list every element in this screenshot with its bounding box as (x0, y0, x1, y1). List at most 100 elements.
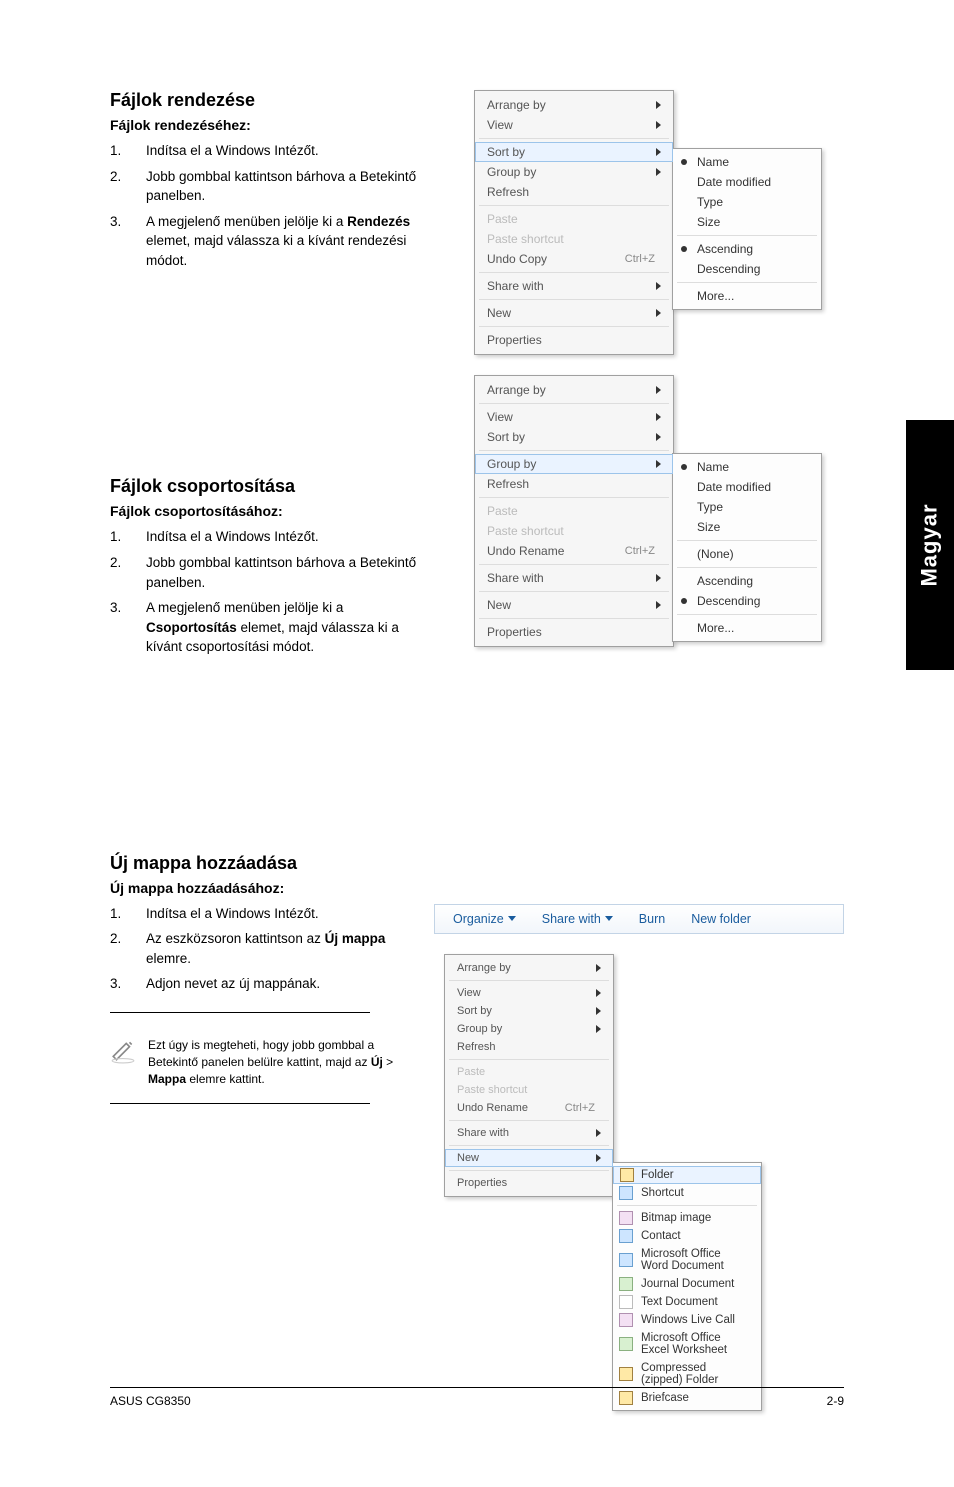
chevron-right-icon (596, 989, 601, 997)
file-type-icon (619, 1337, 633, 1351)
menu-item[interactable]: Sort by (475, 142, 673, 162)
menu-item[interactable]: View (475, 407, 673, 427)
figure-group-menu: Arrange by ViewSort by Group byRefresh Past… (474, 375, 844, 647)
chevron-right-icon (656, 601, 661, 609)
page-footer: ASUS CG8350 2-9 (110, 1387, 844, 1408)
submenu-item[interactable]: Contact (613, 1227, 761, 1245)
menu-item: Paste (445, 1063, 613, 1081)
bullet-icon (681, 246, 687, 252)
menu-item[interactable]: Group by (475, 162, 673, 182)
submenu-item[interactable]: Size (673, 212, 821, 232)
submenu-item[interactable]: Date modified (673, 477, 821, 497)
menu-item[interactable]: New (475, 595, 673, 615)
submenu-item[interactable]: Date modified (673, 172, 821, 192)
menu-item[interactable]: New (445, 1149, 613, 1167)
file-type-icon (619, 1186, 633, 1200)
submenu-item[interactable]: Journal Document (613, 1275, 761, 1293)
menu-item[interactable]: Properties (475, 622, 673, 642)
toolbar-share[interactable]: Share with (542, 912, 613, 926)
submenu-item[interactable]: Type (673, 192, 821, 212)
chevron-right-icon (596, 1007, 601, 1015)
toolbar-burn[interactable]: Burn (639, 912, 665, 926)
submenu-item[interactable]: More... (673, 618, 821, 638)
section2-steps: 1.Indítsa el a Windows Intézőt. 2.Jobb g… (110, 527, 430, 656)
chevron-right-icon (596, 964, 601, 972)
footer-right: 2-9 (827, 1394, 844, 1408)
chevron-right-icon (656, 309, 661, 317)
submenu-item[interactable]: Windows Live Call (613, 1311, 761, 1329)
menu-item[interactable]: Refresh (475, 474, 673, 494)
figure-new-menu: Arrange by ViewSort byGroup byRefresh Past… (444, 954, 844, 1411)
submenu-item[interactable]: More... (673, 286, 821, 306)
menu-item: Paste (475, 209, 673, 229)
file-type-icon (619, 1229, 633, 1243)
submenu-item[interactable]: Folder (613, 1166, 761, 1184)
menu-item: Paste shortcut (445, 1081, 613, 1099)
chevron-right-icon (656, 101, 661, 109)
submenu-item[interactable]: Descending (673, 259, 821, 279)
section3-steps: 1.Indítsa el a Windows Intézőt. 2.Az esz… (110, 904, 418, 994)
submenu-item[interactable]: Name (673, 152, 821, 172)
submenu-item[interactable]: Ascending (673, 571, 821, 591)
chevron-right-icon (656, 460, 661, 468)
menu-item[interactable]: Share with (475, 568, 673, 588)
menu-item[interactable]: Undo RenameCtrl+Z (475, 541, 673, 561)
toolbar-organize[interactable]: Organize (453, 912, 516, 926)
file-type-icon (619, 1253, 633, 1267)
menu-item[interactable]: Sort by (475, 427, 673, 447)
chevron-right-icon (656, 148, 661, 156)
submenu-item[interactable]: Ascending (673, 239, 821, 259)
chevron-right-icon (656, 386, 661, 394)
bullet-icon (681, 159, 687, 165)
explorer-toolbar: Organize Share with Burn New folder (434, 904, 844, 934)
menu-item[interactable]: Properties (475, 330, 673, 350)
submenu-item[interactable]: Microsoft Office Excel Worksheet (613, 1329, 761, 1359)
file-type-icon (620, 1168, 634, 1182)
menu-item[interactable]: Share with (475, 276, 673, 296)
submenu-item[interactable]: Bitmap image (613, 1209, 761, 1227)
menu-item[interactable]: Sort by (445, 1002, 613, 1020)
bullet-icon (681, 598, 687, 604)
submenu-item[interactable]: Compressed (zipped) Folder (613, 1359, 761, 1389)
menu-item[interactable]: New (475, 303, 673, 323)
section3-subtitle: Új mappa hozzáadásához: (110, 880, 844, 896)
chevron-down-icon (508, 916, 516, 921)
menu-item[interactable]: Arrange by (475, 95, 673, 115)
menu-item[interactable]: Share with (445, 1124, 613, 1142)
bullet-icon (681, 464, 687, 470)
menu-item[interactable]: Refresh (475, 182, 673, 202)
submenu-item[interactable]: Text Document (613, 1293, 761, 1311)
chevron-right-icon (656, 168, 661, 176)
menu-item[interactable]: View (475, 115, 673, 135)
menu-item[interactable]: Refresh (445, 1038, 613, 1056)
submenu-item[interactable]: Microsoft Office Word Document (613, 1245, 761, 1275)
chevron-right-icon (656, 413, 661, 421)
menu-item[interactable]: Properties (445, 1174, 613, 1192)
file-type-icon (619, 1313, 633, 1327)
figure-sort-menu: Arrange byView Sort byGroup byRefresh Past… (474, 90, 844, 355)
menu-item[interactable]: Arrange by (475, 380, 673, 400)
file-type-icon (619, 1295, 633, 1309)
section1-steps: 1.Indítsa el a Windows Intézőt. 2.Jobb g… (110, 141, 430, 270)
submenu-item[interactable]: Shortcut (613, 1184, 761, 1202)
chevron-right-icon (656, 121, 661, 129)
toolbar-new-folder[interactable]: New folder (691, 912, 751, 926)
pencil-icon (110, 1037, 136, 1065)
chevron-down-icon (605, 916, 613, 921)
chevron-right-icon (596, 1129, 601, 1137)
submenu-item[interactable]: (None) (673, 544, 821, 564)
chevron-right-icon (656, 574, 661, 582)
menu-item[interactable]: Undo CopyCtrl+Z (475, 249, 673, 269)
submenu-item[interactable]: Name (673, 457, 821, 477)
menu-item: Paste shortcut (475, 229, 673, 249)
submenu-item[interactable]: Type (673, 497, 821, 517)
menu-item[interactable]: Group by (475, 454, 673, 474)
menu-item[interactable]: Group by (445, 1020, 613, 1038)
submenu-item[interactable]: Descending (673, 591, 821, 611)
submenu-item[interactable]: Size (673, 517, 821, 537)
menu-item: Paste (475, 501, 673, 521)
chevron-right-icon (596, 1154, 601, 1162)
menu-item[interactable]: Arrange by (445, 959, 613, 977)
menu-item[interactable]: Undo RenameCtrl+Z (445, 1099, 613, 1117)
menu-item[interactable]: View (445, 984, 613, 1002)
